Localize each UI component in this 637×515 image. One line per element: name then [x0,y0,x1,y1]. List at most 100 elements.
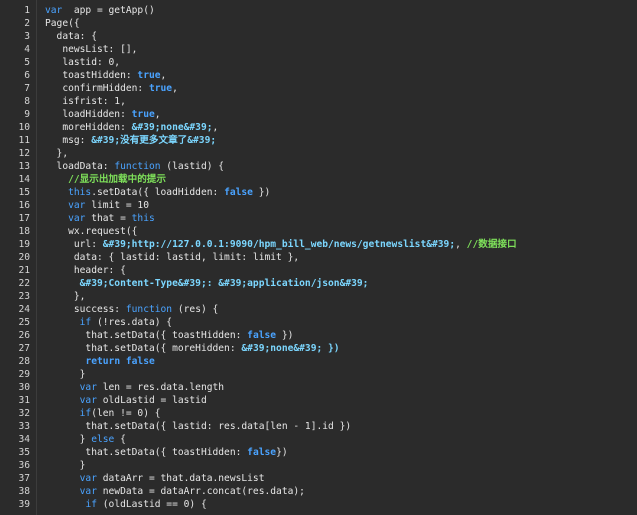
code-line-text: } [45,460,86,471]
code-line[interactable]: data: { [37,30,637,43]
line-number: 29 [18,369,30,380]
code-line[interactable]: //显示出加载中的提示 [37,173,637,186]
code-line[interactable]: } [37,459,637,472]
code-line[interactable]: moreHidden: &#39;none&#39;, [37,121,637,134]
line-number: 30 [18,382,30,393]
line-number: 24 [18,304,30,315]
code-line[interactable]: newsList: [], [37,43,637,56]
code-line[interactable]: wx.request({ [37,225,637,238]
line-number: 34 [18,434,30,445]
code-line[interactable]: url: &#39;http://127.0.0.1:9090/hpm_bill… [37,238,637,251]
line-number: 28 [18,356,30,367]
line-number: 23 [18,291,30,302]
line-number: 4 [24,44,30,55]
code-line-text: var app = getApp() [45,5,155,16]
line-number: 10 [18,122,30,133]
code-line[interactable]: loadHidden: true, [37,108,637,121]
line-number: 11 [18,135,30,146]
code-line[interactable]: } [37,368,637,381]
code-line[interactable]: that.setData({ toastHidden: false}) [37,446,637,459]
line-number: 6 [24,70,30,81]
code-line[interactable]: var oldLastid = lastid [37,394,637,407]
code-line[interactable]: data: { lastid: lastid, limit: limit }, [37,251,637,264]
code-line[interactable]: var app = getApp() [37,4,637,17]
code-line[interactable]: var dataArr = that.data.newsList [37,472,637,485]
line-number-gutter: 1 2 3 4 5 6 7 8 9 10 11 12 13 14 15 16 17 18 19 20 21 22 23 24 2… [0,0,37,515]
code-line-text: confirmHidden: true, [45,83,178,94]
code-line-text: var newData = dataArr.concat(res.data); [79,486,305,497]
code-line[interactable]: loadData: function (lastid) { [37,160,637,173]
code-line[interactable]: Page({ [37,17,637,30]
code-line-text: //显示出加载中的提示 [45,174,166,185]
code-line-text: success: function (res) { [45,304,219,315]
code-line-text: return false [85,356,155,367]
line-number: 3 [24,31,30,42]
code-area[interactable]: var app = getApp() Page({ data: { newsLis… [37,0,637,515]
code-line-text: isfrist: 1, [45,96,126,107]
line-number: 17 [18,213,30,224]
code-line-text: loadHidden: true, [45,109,161,120]
code-line[interactable]: msg: &#39;没有更多文章了&#39; [37,134,637,147]
line-number: 32 [18,408,30,419]
line-number: 18 [18,226,30,237]
code-line-text: toastHidden: true, [45,70,167,81]
code-line[interactable]: confirmHidden: true, [37,82,637,95]
line-number: 37 [18,473,30,484]
code-line[interactable]: if (oldLastid == 0) { [37,498,637,511]
code-line[interactable]: var that = this [37,212,637,225]
code-line-text: var len = res.data.length [79,382,225,393]
code-line-text: if(len != 0) { [79,408,161,419]
line-number: 16 [18,200,30,211]
line-number: 33 [18,421,30,432]
line-number: 38 [18,486,30,497]
code-line[interactable]: that.setData({ lastid: res.data[len - 1]… [37,420,637,433]
code-line-text: moreHidden: &#39;none&#39;, [45,122,219,133]
line-number: 12 [18,148,30,159]
code-line-text: that.setData({ toastHidden: false }) [45,330,294,341]
code-line[interactable]: }, [37,147,637,160]
code-line[interactable]: header: { [37,264,637,277]
code-line[interactable]: } else { [37,433,637,446]
code-line-text: msg: &#39;没有更多文章了&#39; [45,135,217,146]
code-line[interactable]: that.setData({ toastHidden: false }) [37,329,637,342]
code-line-text: } [45,369,86,380]
code-line[interactable]: &#39;Content-Type&#39;: &#39;application… [37,277,637,290]
line-number: 14 [18,174,30,185]
code-line[interactable]: that.setData({ moreHidden: &#39;none&#39… [37,342,637,355]
code-line[interactable]: this.setData({ loadHidden: false }) [37,186,637,199]
code-line-text: }, [45,291,86,302]
code-line[interactable]: success: function (res) { [37,303,637,316]
line-number: 2 [24,18,30,29]
code-line-text: header: { [45,265,126,276]
line-number: 25 [18,317,30,328]
code-line[interactable]: if (!res.data) { [37,316,637,329]
code-line[interactable]: var limit = 10 [37,199,637,212]
line-number: 8 [24,96,30,107]
code-line[interactable]: return false [37,355,637,368]
line-number: 7 [24,83,30,94]
code-line-text: newsList: [], [45,44,138,55]
code-line-text: if (!res.data) { [79,317,173,328]
code-line-text: } else { [45,434,126,445]
line-number: 9 [24,109,30,120]
code-line[interactable]: toastHidden: true, [37,69,637,82]
code-line-text: Page({ [45,18,80,29]
line-number: 35 [18,447,30,458]
code-line-text: this.setData({ loadHidden: false }) [68,187,271,198]
code-line-text: if (oldLastid == 0) { [85,499,207,510]
code-line[interactable]: if(len != 0) { [37,407,637,420]
code-line[interactable]: var len = res.data.length [37,381,637,394]
code-editor[interactable]: 1 2 3 4 5 6 7 8 9 10 11 12 13 14 15 16 17 18 19 20 21 22 23 24 2… [0,0,637,515]
code-line-text: var oldLastid = lastid [79,395,207,406]
code-line[interactable]: isfrist: 1, [37,95,637,108]
code-line-text: data: { lastid: lastid, limit: limit }, [45,252,300,263]
line-number: 15 [18,187,30,198]
code-line[interactable]: var newData = dataArr.concat(res.data); [37,485,637,498]
line-number: 21 [18,265,30,276]
code-line-text: var that = this [68,213,155,224]
line-number: 13 [18,161,30,172]
code-line-text: var dataArr = that.data.newsList [79,473,265,484]
code-line[interactable]: lastid: 0, [37,56,637,69]
code-line[interactable]: }, [37,290,637,303]
code-line-text: loadData: function (lastid) { [45,161,225,172]
